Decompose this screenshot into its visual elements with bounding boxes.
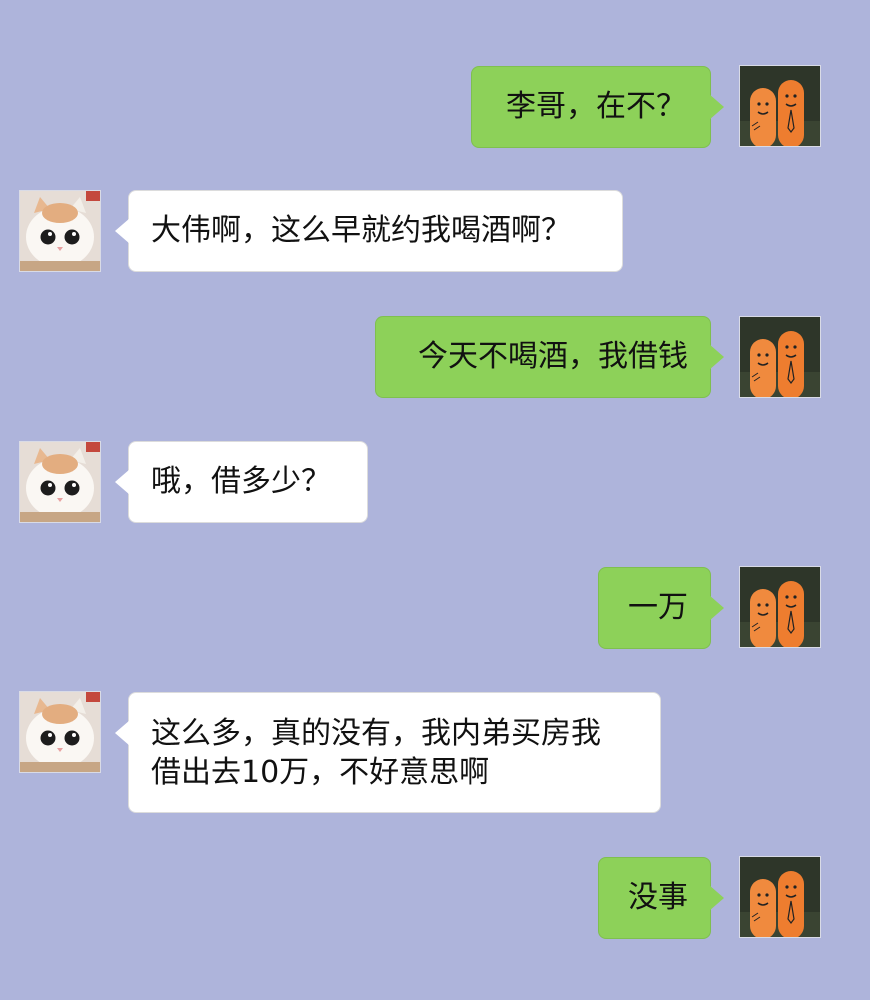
message-text: 大伟啊，这么早就约我喝酒啊？ xyxy=(151,213,571,248)
my-avatar[interactable] xyxy=(739,566,821,648)
incoming-message-bubble[interactable]: 这么多，真的没有，我内弟买房我 借出去10万，不好意思啊 xyxy=(115,692,661,813)
outgoing-message-bubble[interactable]: 今天不喝酒，我借钱 xyxy=(375,316,724,398)
finger-puppets-avatar-icon xyxy=(740,66,820,146)
white-cat-avatar-icon xyxy=(20,692,100,772)
incoming-message-bubble[interactable]: 大伟啊，这么早就约我喝酒啊？ xyxy=(115,190,623,272)
finger-puppets-avatar-icon xyxy=(740,857,820,937)
message-text: 没事 xyxy=(628,880,688,915)
chat-thread: 李哥，在不？ 大伟啊，这么早就约我喝酒啊？ 今天不喝酒，我借钱 哦，借多少？ 一… xyxy=(0,0,870,1000)
my-avatar[interactable] xyxy=(739,316,821,398)
contact-avatar[interactable] xyxy=(19,441,101,523)
outgoing-message-bubble[interactable]: 没事 xyxy=(598,857,724,939)
message-text: 一万 xyxy=(628,590,688,625)
outgoing-message-bubble[interactable]: 一万 xyxy=(598,567,724,649)
message-text: 哦，借多少？ xyxy=(151,464,331,499)
message-text: 今天不喝酒，我借钱 xyxy=(418,339,688,374)
message-text: 这么多，真的没有，我内弟买房我 借出去10万，不好意思啊 xyxy=(151,716,601,790)
my-avatar[interactable] xyxy=(739,856,821,938)
finger-puppets-avatar-icon xyxy=(740,567,820,647)
white-cat-avatar-icon xyxy=(20,191,100,271)
white-cat-avatar-icon xyxy=(20,442,100,522)
message-text: 李哥，在不？ xyxy=(506,89,686,124)
my-avatar[interactable] xyxy=(739,65,821,147)
contact-avatar[interactable] xyxy=(19,691,101,773)
incoming-message-bubble[interactable]: 哦，借多少？ xyxy=(115,441,368,523)
contact-avatar[interactable] xyxy=(19,190,101,272)
outgoing-message-bubble[interactable]: 李哥，在不？ xyxy=(471,66,724,148)
finger-puppets-avatar-icon xyxy=(740,317,820,397)
